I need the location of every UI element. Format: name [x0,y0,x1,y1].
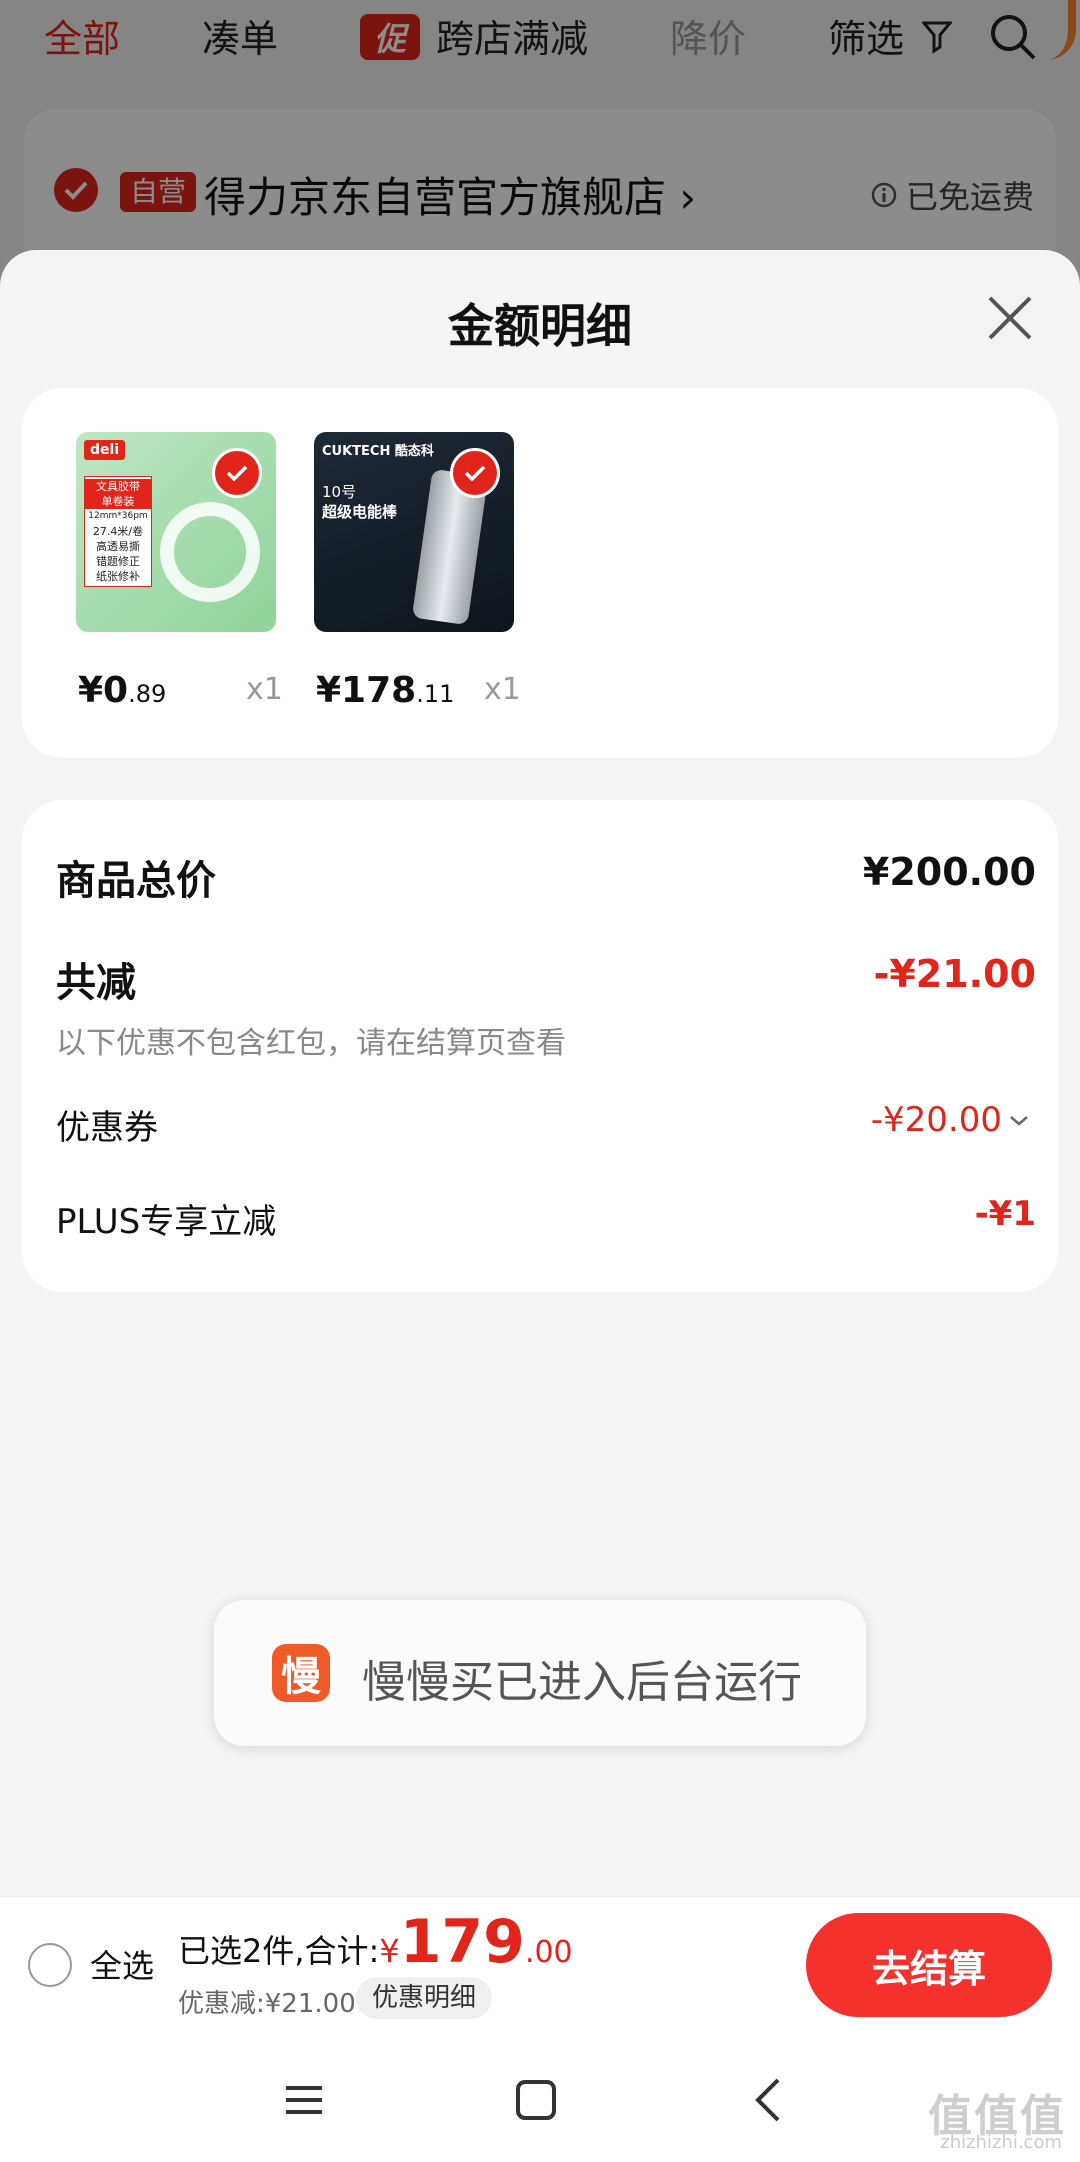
total-price-value: ¥200.00 [862,850,1036,894]
close-icon[interactable] [982,290,1038,346]
toast-text: 慢慢买已进入后台运行 [362,1657,802,1708]
discount-amount: 优惠减:¥21.00 [178,1989,356,2019]
chevron-down-icon [1010,1116,1028,1126]
product-image[interactable]: CUKTECH 酷态科 10号 超级电能棒 [314,432,514,632]
product-brand-logo: CUKTECH 酷态科 [322,444,434,459]
discount-detail-button[interactable]: 优惠明细 [356,1977,493,2019]
product-image[interactable]: deli 文具胶带 单卷装 12mm*36pm 27.4米/卷 高透易撕 错题修… [76,432,276,632]
watermark-url: zhizhizhi.com [940,2132,1062,2153]
tape-roll-graphic [160,502,260,602]
app-icon: 慢 [272,1644,330,1702]
total-reduce-value: -¥21.00 [873,952,1036,996]
total-price-label: 商品总价 [56,858,216,904]
selected-check-icon[interactable] [212,448,262,498]
selected-total: 已选2件,合计: ¥ 179 .00 [178,1907,573,1977]
product-thumb-text: 文具胶带 单卷装 12mm*36pm 27.4米/卷 高透易撕 错题修正 纸张修… [84,476,152,587]
coupon-value: -¥20.00 [870,1100,1002,1140]
back-icon[interactable] [742,2072,798,2128]
product-price: ¥178.11 [316,670,455,711]
products-card: deli 文具胶带 单卷装 12mm*36pm 27.4米/卷 高透易撕 错题修… [22,388,1058,758]
product-thumb-text: 10号 超级电能棒 [322,483,398,521]
system-nav-bar [0,2032,1080,2162]
product-qty: x1 [246,672,283,707]
select-all-label[interactable]: 全选 [90,1941,154,1987]
menu-icon[interactable] [276,2072,332,2128]
checkout-bar: 全选 已选2件,合计: ¥ 179 .00 优惠减:¥21.00 优惠明细 去结… [0,1896,1080,2033]
checkout-button[interactable]: 去结算 [806,1913,1052,2017]
selected-check-icon[interactable] [450,448,500,498]
select-all-radio[interactable] [28,1943,72,1987]
product-qty: x1 [484,672,521,707]
coupon-label: 优惠券 [56,1108,158,1148]
coupon-row-toggle[interactable]: -¥20.00 [871,1100,1030,1140]
reduce-note: 以下优惠不包含红包，请在结算页查看 [56,1026,566,1061]
sheet-title: 金额明细 [448,299,632,353]
home-icon[interactable] [508,2072,564,2128]
plus-discount-label: PLUS专享立减 [56,1202,277,1242]
background-running-toast: 慢 慢慢买已进入后台运行 [214,1600,866,1746]
summary-card: 商品总价 ¥200.00 共减 -¥21.00 以下优惠不包含红包，请在结算页查… [22,800,1058,1292]
plus-discount-value: -¥1 [974,1194,1036,1234]
product-brand-logo: deli [84,440,126,460]
total-reduce-label: 共减 [56,960,136,1006]
product-price: ¥0.89 [78,670,167,711]
